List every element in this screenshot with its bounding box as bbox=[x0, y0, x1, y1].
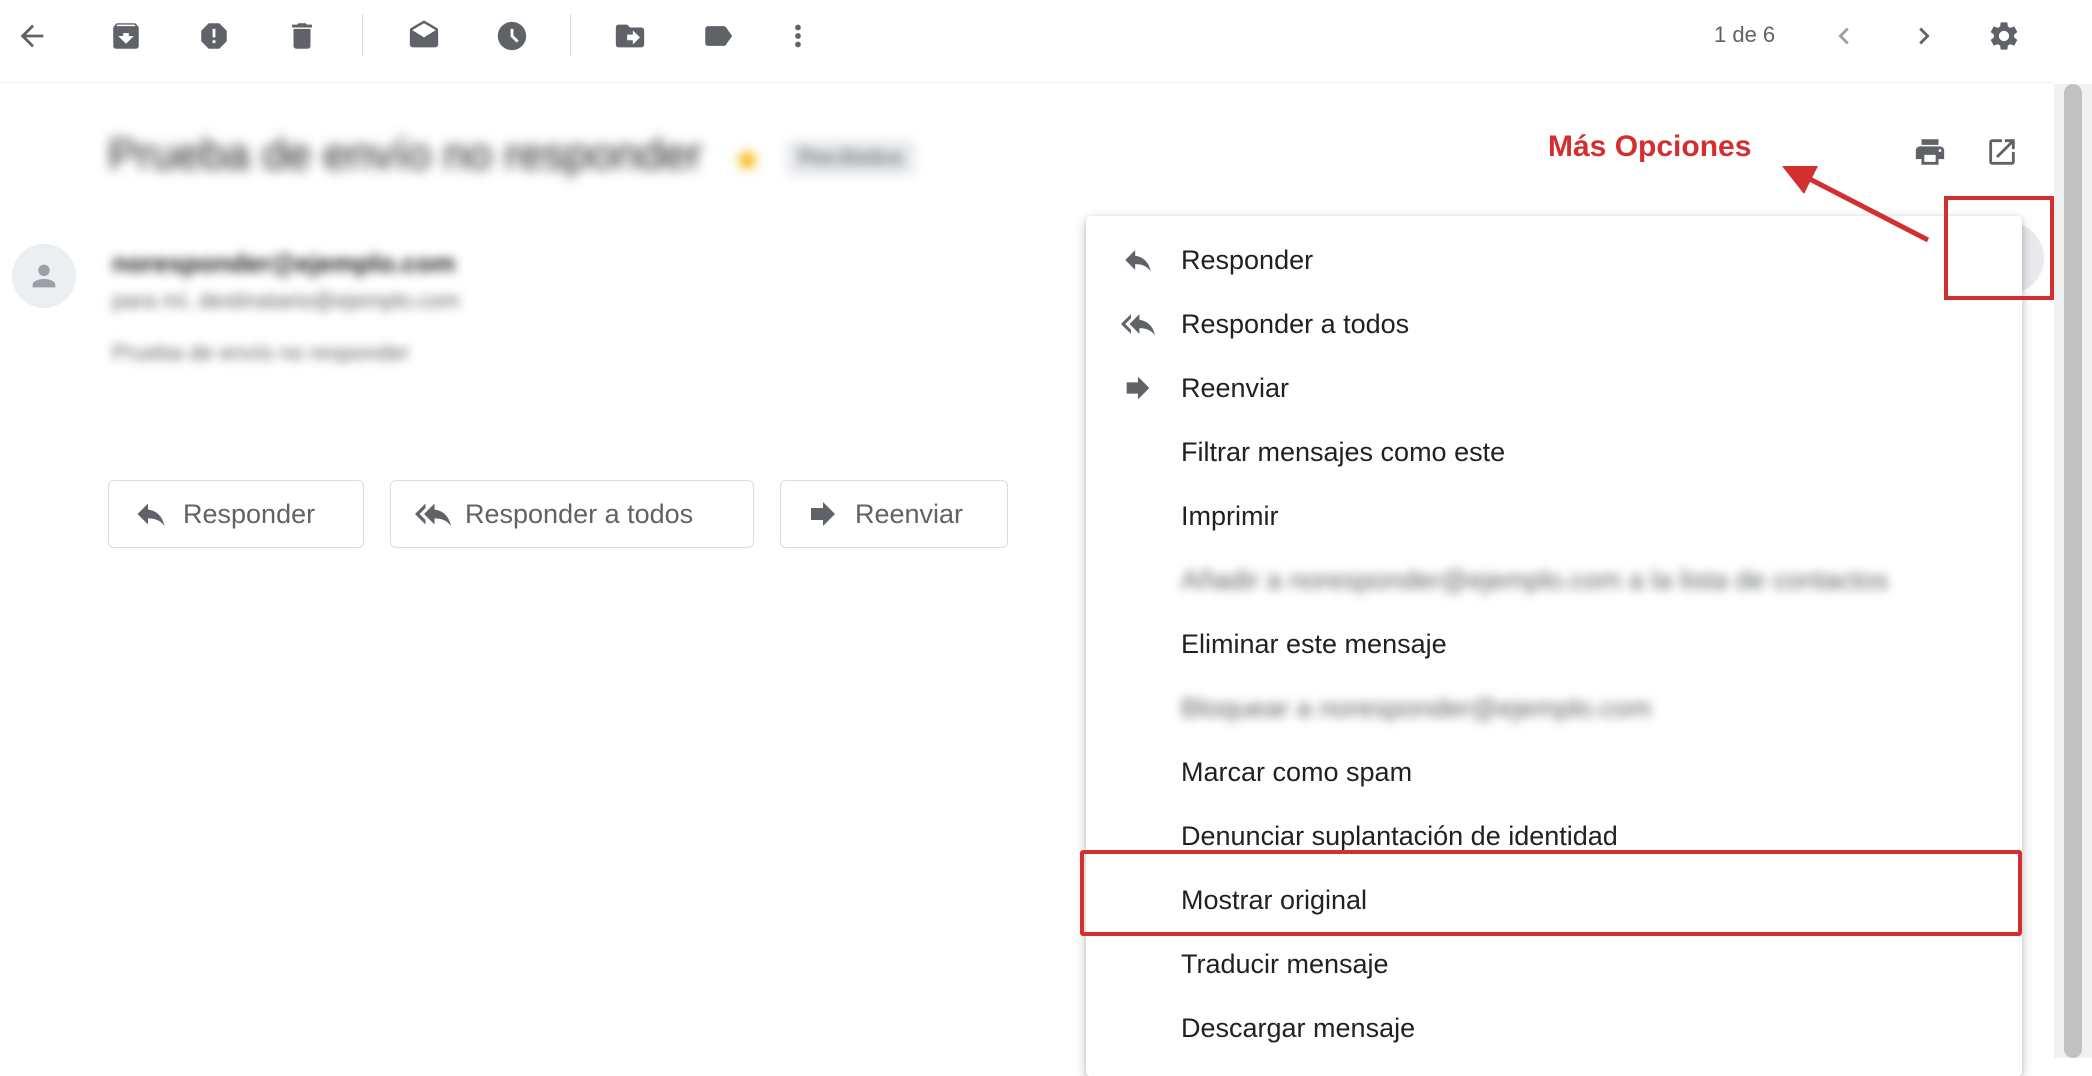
toolbar-divider bbox=[570, 14, 571, 56]
forward-button[interactable]: Reenviar bbox=[780, 480, 1008, 548]
reply-button-label: Responder bbox=[183, 498, 316, 529]
recipient-line[interactable]: para mí, destinatario@ejemplo.com bbox=[112, 288, 460, 314]
menu-item-phishing[interactable]: Denunciar suplantación de identidad bbox=[1086, 804, 2022, 868]
scrollbar-thumb[interactable] bbox=[2064, 84, 2082, 1058]
forward-button-label: Reenviar bbox=[855, 498, 964, 529]
menu-item-add-contact[interactable]: Añadir a noresponder@ejemplo.com a la li… bbox=[1086, 548, 2022, 612]
menu-item-label: Descargar mensaje bbox=[1181, 1012, 1416, 1043]
chevron-right-icon[interactable] bbox=[1896, 8, 1952, 64]
reply-all-icon bbox=[1118, 304, 1158, 344]
forward-icon bbox=[1118, 368, 1158, 408]
menu-item-show-original[interactable]: Mostrar original bbox=[1086, 868, 2022, 932]
more-options-menu: Responder Responder a todos Reenviar Fil… bbox=[1086, 216, 2022, 1076]
menu-item-print[interactable]: Imprimir bbox=[1086, 484, 2022, 548]
menu-item-label: Mostrar original bbox=[1181, 884, 1368, 915]
star-icon[interactable]: ★ bbox=[732, 140, 766, 179]
gear-icon[interactable] bbox=[1976, 8, 2032, 64]
menu-item-label: Denunciar suplantación de identidad bbox=[1181, 820, 1618, 851]
print-icon[interactable] bbox=[1906, 128, 1954, 176]
back-arrow-icon[interactable] bbox=[4, 8, 60, 64]
annotation-label: Más Opciones bbox=[1548, 130, 1752, 163]
reply-button[interactable]: Responder bbox=[108, 480, 364, 548]
message-body: Prueba de envío no responder bbox=[112, 340, 410, 365]
mark-unread-icon[interactable] bbox=[396, 8, 452, 64]
toolbar-divider bbox=[362, 14, 363, 56]
forward-icon bbox=[811, 502, 835, 526]
archive-icon[interactable] bbox=[98, 8, 154, 64]
menu-item-download[interactable]: Descargar mensaje bbox=[1086, 996, 2022, 1060]
menu-item-label: Imprimir bbox=[1181, 500, 1279, 531]
trash-icon[interactable] bbox=[274, 8, 330, 64]
snooze-icon[interactable] bbox=[484, 8, 540, 64]
menu-item-forward[interactable]: Reenviar bbox=[1086, 356, 2022, 420]
menu-item-label: Eliminar este mensaje bbox=[1181, 628, 1447, 659]
reply-all-icon bbox=[415, 503, 451, 526]
reply-all-button-label: Responder a todos bbox=[465, 498, 694, 529]
reply-icon bbox=[137, 503, 165, 526]
report-spam-icon[interactable] bbox=[186, 8, 242, 64]
more-options-highlight bbox=[1944, 196, 2054, 300]
reply-all-button[interactable]: Responder a todos bbox=[390, 480, 754, 548]
menu-item-filter[interactable]: Filtrar mensajes como este bbox=[1086, 420, 2022, 484]
open-new-window-icon[interactable] bbox=[1978, 128, 2026, 176]
person-icon bbox=[32, 264, 56, 288]
email-subject: Prueba de envío no responder bbox=[108, 130, 703, 179]
pager-count: 1 de 6 bbox=[1714, 22, 1776, 47]
menu-item-label: Reenviar bbox=[1181, 372, 1290, 403]
menu-item-label: Traducir mensaje bbox=[1181, 948, 1389, 979]
menu-item-label: Añadir a noresponder@ejemplo.com a la li… bbox=[1181, 564, 1889, 595]
menu-item-delete[interactable]: Eliminar este mensaje bbox=[1086, 612, 2022, 676]
avatar[interactable] bbox=[12, 244, 76, 308]
sender-address: noresponder@ejemplo.com bbox=[112, 248, 456, 278]
menu-item-label: Filtrar mensajes como este bbox=[1181, 436, 1506, 467]
menu-item-block[interactable]: Bloquear a noresponder@ejemplo.com bbox=[1086, 676, 2022, 740]
menu-item-label: Responder a todos bbox=[1181, 308, 1410, 339]
menu-item-label: Responder bbox=[1181, 244, 1314, 275]
label-chip[interactable]: Recibidos bbox=[786, 140, 916, 176]
move-to-icon[interactable] bbox=[602, 8, 658, 64]
menu-item-spam[interactable]: Marcar como spam bbox=[1086, 740, 2022, 804]
menu-item-label: Marcar como spam bbox=[1181, 756, 1413, 787]
label-icon[interactable] bbox=[690, 8, 746, 64]
chevron-left-icon[interactable] bbox=[1816, 8, 1872, 64]
menu-item-label: Bloquear a noresponder@ejemplo.com bbox=[1181, 692, 1652, 723]
menu-item-translate[interactable]: Traducir mensaje bbox=[1086, 932, 2022, 996]
menu-item-reply[interactable]: Responder bbox=[1086, 228, 2022, 292]
menu-item-reply-all[interactable]: Responder a todos bbox=[1086, 292, 2022, 356]
reply-icon bbox=[1118, 240, 1158, 280]
toolbar: 1 de 6 bbox=[0, 0, 2054, 83]
more-vertical-icon[interactable] bbox=[770, 8, 826, 64]
